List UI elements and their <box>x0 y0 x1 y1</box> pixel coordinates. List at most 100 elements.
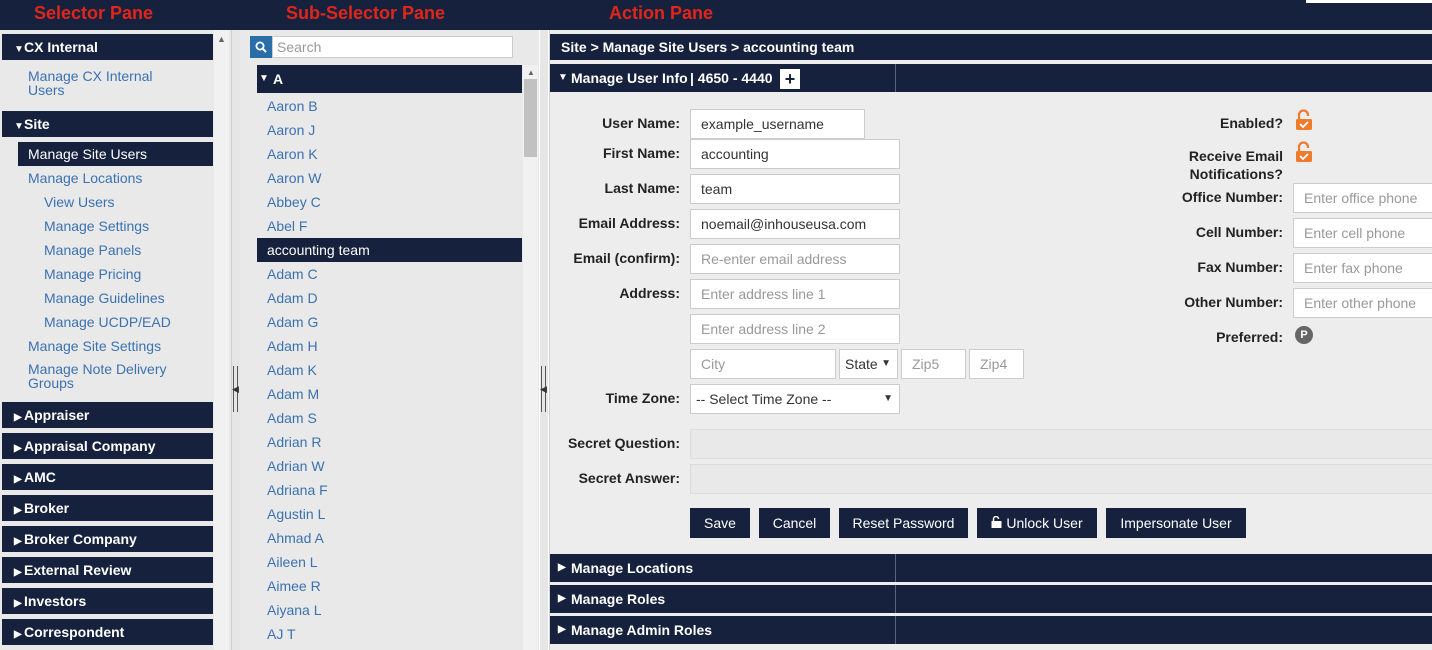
cancel-button[interactable]: Cancel <box>759 508 830 538</box>
address-line2-field[interactable] <box>690 314 900 344</box>
reset-password-button[interactable]: Reset Password <box>839 508 968 538</box>
splitter-grip-icon[interactable]: ◀ <box>540 366 547 412</box>
scroll-thumb[interactable] <box>524 79 537 157</box>
selector-group-header[interactable]: ▶ Broker <box>2 495 213 521</box>
selector-item[interactable]: Manage Locations <box>2 166 213 190</box>
user-list-item[interactable]: Adriana F <box>257 478 522 502</box>
email-confirm-field[interactable] <box>690 244 900 274</box>
selector-item[interactable]: Manage Site Users <box>18 142 213 166</box>
selector-group-header[interactable]: ▶ Correspondent <box>2 619 213 645</box>
receive-email-line1: Receive Email <box>1188 148 1283 164</box>
user-list-item[interactable]: Aimee R <box>257 574 522 598</box>
cell-number-label: Cell Number: <box>1195 224 1283 240</box>
header-divider <box>895 64 896 92</box>
selector-pane-label: Selector Pane <box>34 3 154 23</box>
zip5-field[interactable] <box>901 349 966 379</box>
subselector-pane: ▼ A Aaron BAaron JAaron KAaron WAbbey CA… <box>240 30 539 650</box>
action-pane-label: Action Pane <box>609 3 714 23</box>
selector-item[interactable]: Manage UCDP/EAD <box>2 310 213 334</box>
selector-item[interactable]: Manage Guidelines <box>2 286 213 310</box>
selector-item[interactable]: Manage CX Internal Users <box>2 65 213 103</box>
user-list-item[interactable]: Adam H <box>257 334 522 358</box>
selector-scrollbar[interactable]: ▲ <box>214 30 229 650</box>
pane-splitter-left[interactable]: ◀ <box>232 30 240 650</box>
selector-item[interactable]: View Users <box>2 190 213 214</box>
receive-email-label: Receive Email Notifications? <box>1150 147 1283 183</box>
subselector-pane-label: Sub-Selector Pane <box>286 3 446 23</box>
user-list-item[interactable]: Adam M <box>257 382 522 406</box>
receive-email-line2: Notifications? <box>1189 166 1283 182</box>
user-list-item[interactable]: Aaron W <box>257 166 522 190</box>
selector-group-header[interactable]: ▶ Investors <box>2 588 213 614</box>
user-name-field[interactable] <box>690 109 865 139</box>
unlock-icon[interactable] <box>1295 109 1313 131</box>
secret-question-label: Secret Question: <box>567 435 680 451</box>
selector-menu: ▼CX Internal Manage CX Internal Users ▼Sit… <box>2 34 213 650</box>
user-list-item[interactable]: accounting team <box>257 238 522 262</box>
manage-user-info-header[interactable]: ▼ Manage User Info | 4650 - 4440 + <box>550 64 1432 92</box>
pane-splitter-right[interactable]: ◀ <box>540 30 548 650</box>
zip4-field[interactable] <box>969 349 1024 379</box>
user-list-item[interactable]: Adrian W <box>257 454 522 478</box>
save-button[interactable]: Save <box>690 508 750 538</box>
user-list-item[interactable]: Aaron B <box>257 94 522 118</box>
unlock-icon[interactable] <box>1295 141 1313 163</box>
selector-item[interactable]: Manage Panels <box>2 238 213 262</box>
preferred-badge-icon[interactable]: P <box>1295 326 1313 344</box>
action-pane: Site > Manage Site Users > accounting te… <box>549 30 1432 650</box>
impersonate-user-button[interactable]: Impersonate User <box>1106 508 1246 538</box>
selector-group-header[interactable]: ▼CX Internal <box>2 34 213 60</box>
time-zone-select[interactable]: -- Select Time Zone -- ▼ <box>690 384 900 414</box>
secret-question-field[interactable] <box>690 429 1432 459</box>
scroll-up-icon[interactable]: ▲ <box>527 68 535 77</box>
user-list-item[interactable]: Adam D <box>257 286 522 310</box>
user-list-scrollbar[interactable]: ▲ <box>523 65 538 650</box>
user-list-item[interactable]: Adam K <box>257 358 522 382</box>
address-line1-field[interactable] <box>690 279 900 309</box>
unlock-user-button[interactable]: Unlock User <box>977 508 1097 538</box>
user-list-item[interactable]: Abbey C <box>257 190 522 214</box>
cell-number-field[interactable] <box>1293 218 1432 248</box>
user-list-item[interactable]: Adrian R <box>257 430 522 454</box>
letter-group-header[interactable]: ▼ A <box>257 65 522 93</box>
email-field[interactable] <box>690 209 900 239</box>
selector-group-header[interactable]: ▶ AMC <box>2 464 213 490</box>
office-number-field[interactable] <box>1293 183 1432 213</box>
search-icon[interactable] <box>250 36 272 58</box>
add-icon[interactable]: + <box>780 69 800 89</box>
user-list-item[interactable]: Aiyana L <box>257 598 522 622</box>
user-list-item[interactable]: Aaron J <box>257 118 522 142</box>
selector-group-header[interactable]: ▼Site <box>2 111 213 137</box>
selector-item[interactable]: Manage Settings <box>2 214 213 238</box>
city-field[interactable] <box>690 349 836 379</box>
fax-number-field[interactable] <box>1293 253 1432 283</box>
selector-group-header[interactable]: ▶ Appraiser <box>2 402 213 428</box>
user-list-item[interactable]: Agustin L <box>257 502 522 526</box>
user-list-item[interactable]: Adam C <box>257 262 522 286</box>
user-list-item[interactable]: Ahmad A <box>257 526 522 550</box>
search-input[interactable] <box>272 36 513 58</box>
other-number-field[interactable] <box>1293 288 1432 318</box>
user-list-item[interactable]: Abel F <box>257 214 522 238</box>
user-list-item[interactable]: Aileen L <box>257 550 522 574</box>
user-list-item[interactable]: Adam S <box>257 406 522 430</box>
collapsed-section-header[interactable]: ▶ Manage Locations <box>550 554 1432 582</box>
state-select[interactable]: State ▼ <box>839 349 898 379</box>
selector-group-header[interactable]: ▶ Broker Company <box>2 526 213 552</box>
last-name-field[interactable] <box>690 174 900 204</box>
collapsed-section-header[interactable]: ▶ Manage Roles <box>550 585 1432 613</box>
selector-item[interactable]: Manage Site Settings <box>2 334 213 358</box>
selector-group-header[interactable]: ▶ External Review <box>2 557 213 583</box>
secret-answer-field[interactable] <box>690 464 1432 494</box>
section-title: Manage Admin Roles <box>571 622 713 638</box>
selector-item[interactable]: Manage Note Delivery Groups <box>2 358 213 396</box>
user-list-item[interactable]: AJ T <box>257 622 522 646</box>
first-name-field[interactable] <box>690 139 900 169</box>
selector-group-header[interactable]: ▶ Appraisal Company <box>2 433 213 459</box>
collapsed-section-header[interactable]: ▶ Manage Admin Roles <box>550 616 1432 644</box>
user-list-item[interactable]: Aaron K <box>257 142 522 166</box>
scroll-up-icon[interactable]: ▲ <box>217 34 226 44</box>
user-list-item[interactable]: Adam G <box>257 310 522 334</box>
splitter-grip-icon[interactable]: ◀ <box>232 366 239 412</box>
selector-item[interactable]: Manage Pricing <box>2 262 213 286</box>
